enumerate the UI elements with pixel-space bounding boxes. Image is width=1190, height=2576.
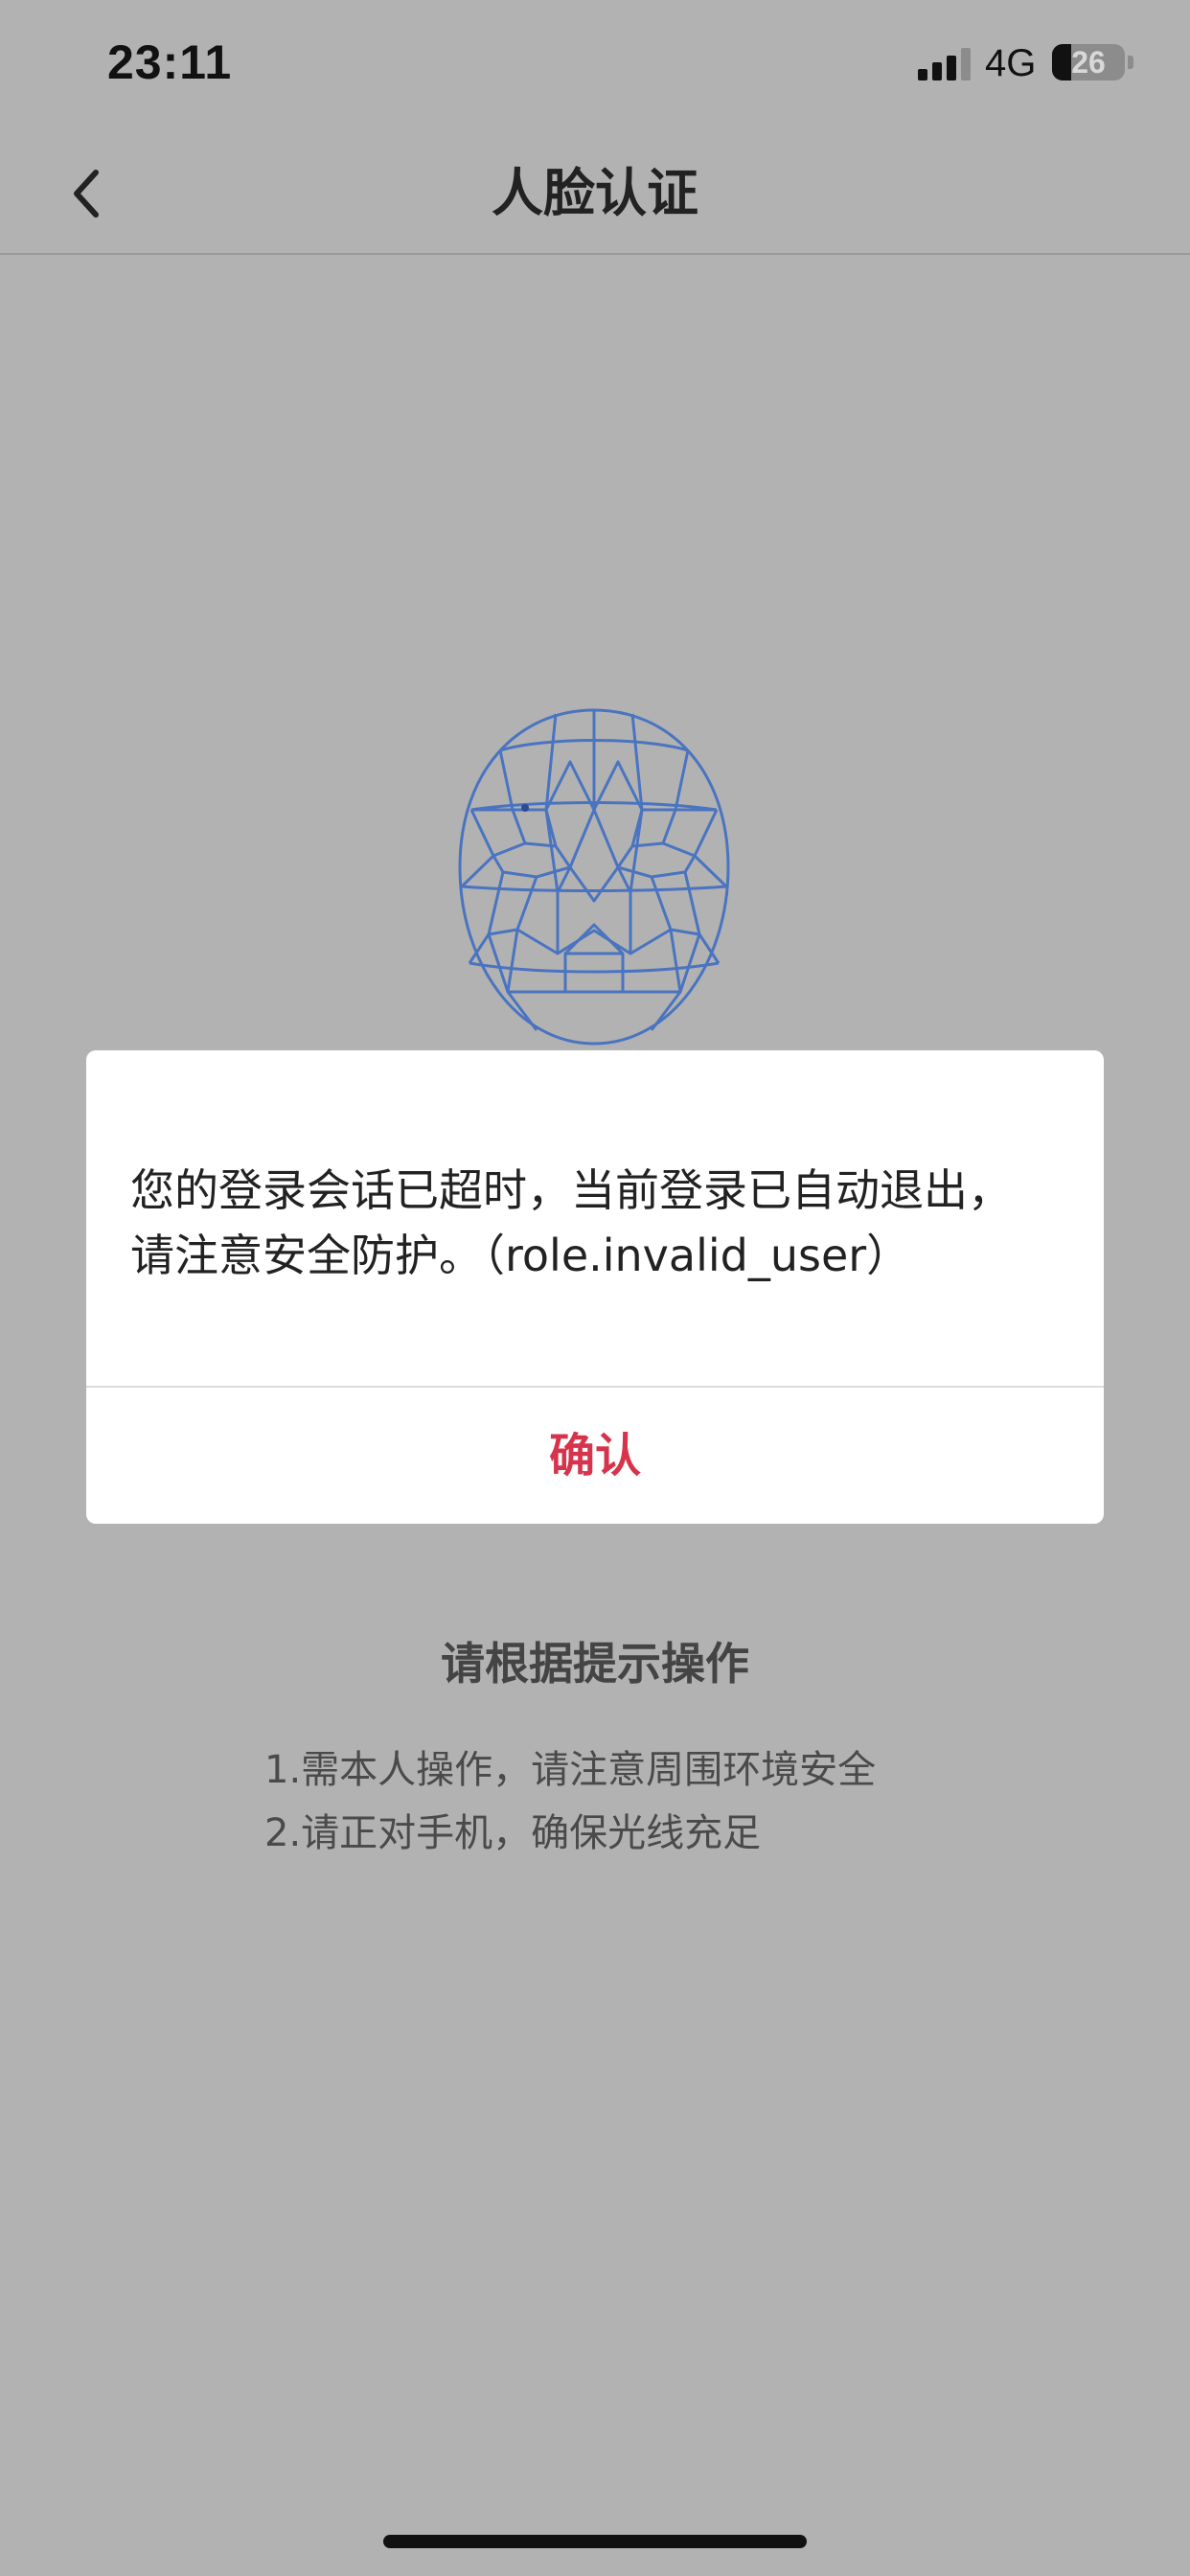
instructions-title: 请根据提示操作: [441, 1638, 749, 1690]
nav-bar: 人脸认证: [0, 134, 1190, 255]
face-mesh-icon: [458, 708, 730, 1046]
instruction-line-1: 1.需本人操作，请注意周围环境安全: [264, 1748, 877, 1792]
battery-level: 26: [1071, 45, 1106, 80]
signal-icon: [918, 48, 971, 80]
battery-cap: [1128, 56, 1133, 69]
status-time: 23:11: [107, 35, 233, 89]
session-timeout-dialog: 您的登录会话已超时，当前登录已自动退出， 请注意安全防护。（role.inval…: [86, 1050, 1104, 1524]
instruction-line-2: 2.请正对手机，确保光线充足: [264, 1811, 762, 1855]
battery-icon: 26: [1052, 44, 1125, 80]
status-bar: 23:11 4G 26: [0, 0, 1190, 134]
dialog-message-line-1: 您的登录会话已超时，当前登录已自动退出，: [130, 1164, 1012, 1216]
dialog-message-line-2: 请注意安全防护。（role.invalid_user）: [130, 1230, 911, 1281]
home-indicator[interactable]: [383, 2535, 807, 2548]
dialog-message: 您的登录会话已超时，当前登录已自动退出， 请注意安全防护。（role.inval…: [130, 1158, 1069, 1288]
network-type: 4G: [985, 42, 1037, 84]
confirm-button[interactable]: 确认: [86, 1388, 1104, 1524]
page-title: 人脸认证: [492, 163, 698, 223]
